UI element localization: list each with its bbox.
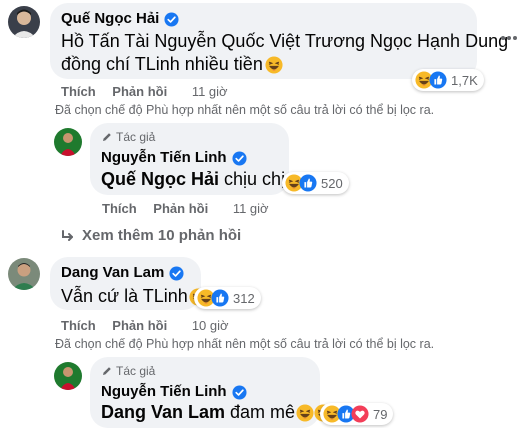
reaction-count: 1,7K — [451, 72, 478, 88]
verified-badge-icon — [169, 266, 184, 281]
comment-text: Vẫn cứ là TLinh — [61, 284, 207, 309]
author-tag: Tác giả — [101, 130, 155, 144]
reply-timestamp[interactable]: 11 giờ — [233, 201, 269, 216]
reply-button[interactable]: Phản hồi — [153, 201, 208, 216]
comment-author-name[interactable]: Quế Ngọc Hải — [61, 10, 179, 28]
comment-actions: Thích Phản hồi 10 giờ — [61, 318, 229, 333]
reaction-count: 520 — [321, 175, 343, 191]
reply-button[interactable]: Phản hồi — [112, 318, 167, 333]
like-reaction-icon — [299, 174, 317, 192]
comment-actions: Thích Phản hồi 11 giờ — [61, 84, 228, 99]
mention-tag[interactable]: Quế Ngọc Hải — [101, 169, 219, 189]
comment-text-line2: đồng chí TLinh nhiều tiền — [61, 52, 283, 77]
comment-timestamp[interactable]: 10 giờ — [192, 318, 229, 333]
verified-badge-icon — [164, 12, 179, 27]
filter-note: Đã chọn chế độ Phù hợp nhất nên một số c… — [55, 337, 435, 351]
avatar-nguyen-tien-linh[interactable] — [54, 128, 82, 156]
more-options-icon[interactable] — [499, 28, 519, 48]
reaction-summary[interactable]: 79 — [320, 403, 394, 425]
author-tag: Tác giả — [101, 364, 155, 378]
reply-arrow-icon — [62, 229, 73, 241]
reply-button[interactable]: Phản hồi — [112, 84, 167, 99]
author-pen-icon — [101, 131, 113, 143]
avatar-que-ngoc-hai[interactable] — [8, 6, 40, 38]
reaction-count: 312 — [233, 290, 255, 306]
comment-timestamp[interactable]: 11 giờ — [192, 84, 228, 99]
reply-author-name[interactable]: Nguyễn Tiến Linh — [101, 149, 247, 167]
avatar-nguyen-tien-linh[interactable] — [54, 362, 82, 390]
reaction-summary[interactable]: 312 — [194, 287, 261, 309]
haha-emoji-icon — [265, 56, 283, 74]
like-reaction-icon — [429, 71, 447, 89]
view-more-replies-link[interactable]: Xem thêm 10 phản hồi — [60, 227, 241, 244]
avatar-dang-van-lam[interactable] — [8, 258, 40, 290]
like-button[interactable]: Thích — [61, 318, 96, 333]
verified-badge-icon — [232, 151, 247, 166]
filter-note: Đã chọn chế độ Phù hợp nhất nên một số c… — [55, 103, 435, 117]
haha-emoji-icon — [296, 404, 314, 422]
reply-text: Dang Van Lam đam mê — [101, 400, 332, 425]
mention-tag[interactable]: Dang Van Lam — [101, 400, 225, 425]
reaction-summary[interactable]: 520 — [282, 172, 349, 194]
comment-text-line1: Hồ Tấn Tài Nguyễn Quốc Việt Trương Ngọc … — [61, 31, 509, 51]
like-reaction-icon — [211, 289, 229, 307]
reply-actions: Thích Phản hồi 11 giờ — [102, 201, 269, 216]
reaction-count: 79 — [373, 406, 388, 422]
reaction-summary[interactable]: 1,7K — [412, 69, 484, 91]
like-button[interactable]: Thích — [102, 201, 137, 216]
verified-badge-icon — [232, 385, 247, 400]
reply-author-name[interactable]: Nguyễn Tiến Linh — [101, 383, 247, 401]
reply-text: Quế Ngọc Hải chịu chịu — [101, 169, 296, 189]
love-reaction-icon — [351, 405, 369, 423]
like-button[interactable]: Thích — [61, 84, 96, 99]
comment-author-name[interactable]: Dang Van Lam — [61, 264, 184, 282]
author-pen-icon — [101, 365, 113, 377]
